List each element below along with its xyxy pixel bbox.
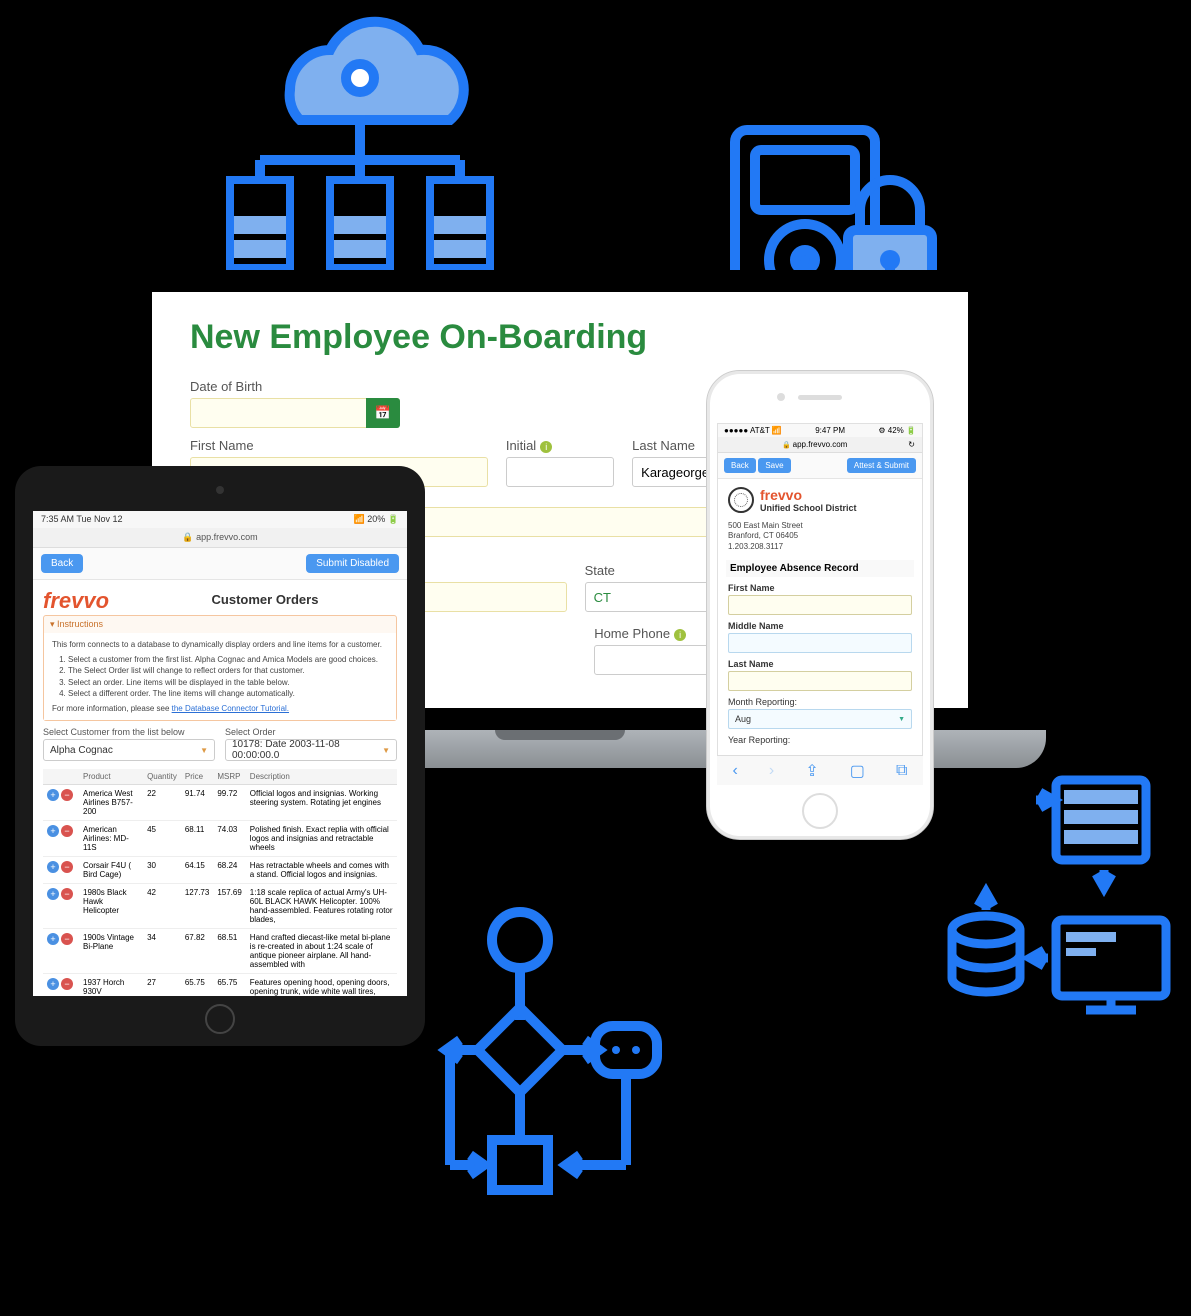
month-label: Month Reporting: — [728, 697, 912, 707]
phone-subtitle: Unified School District — [760, 503, 857, 513]
add-row-icon[interactable]: + — [47, 933, 59, 945]
share-icon[interactable]: ⇪ — [805, 761, 818, 781]
form-title: New Employee On-Boarding — [190, 318, 930, 357]
safari-toolbar: ‹ › ⇪ ▢ ⧉ — [717, 755, 923, 785]
initial-label: Initiali — [506, 438, 614, 453]
add-row-icon[interactable]: + — [47, 978, 59, 990]
tutorial-link[interactable]: the Database Connector Tutorial. — [172, 704, 289, 713]
customer-select[interactable]: Alpha Cognac▼ — [43, 739, 215, 761]
tablet-back-button[interactable]: Back — [41, 554, 83, 573]
p-first-name-label: First Name — [728, 583, 912, 593]
instructions-panel: ▾ Instructions This form connects to a d… — [43, 615, 397, 721]
tabs-icon[interactable]: ⧉ — [896, 762, 907, 780]
instruction-step: Select a customer from the first list. A… — [68, 654, 388, 665]
table-row: +− 1937 Horch 930V Limousine2765.7565.75… — [43, 974, 397, 996]
tablet-device: 7:35 AM Tue Nov 12 📶 20% 🔋 🔒 app.frevvo.… — [15, 466, 425, 1046]
tablet-status-bar: 7:35 AM Tue Nov 12 📶 20% 🔋 — [33, 511, 407, 528]
instructions-header[interactable]: ▾ Instructions — [44, 616, 396, 633]
table-row: +− Corsair F4U ( Bird Cage)3064.1568.24H… — [43, 857, 397, 884]
select-order-label: Select Order — [225, 727, 397, 737]
delete-row-icon[interactable]: − — [61, 933, 73, 945]
p-middle-name-label: Middle Name — [728, 621, 912, 631]
instructions-intro: This form connects to a database to dyna… — [52, 639, 388, 650]
nav-forward-icon[interactable]: › — [769, 762, 774, 780]
phone-brand: frevvo — [760, 487, 802, 503]
delete-row-icon[interactable]: − — [61, 861, 73, 873]
phone-back-button[interactable]: Back — [724, 458, 756, 473]
tablet-home-button[interactable] — [205, 1004, 235, 1034]
instruction-step: Select an order. Line items will be disp… — [68, 677, 388, 688]
first-name-label: First Name — [190, 438, 488, 453]
instruction-step: Select a different order. The line items… — [68, 688, 388, 699]
order-select[interactable]: 10178: Date 2003-11-08 00:00:00.0▼ — [225, 739, 397, 761]
calendar-icon[interactable]: 📅 — [366, 398, 400, 428]
tablet-submit-button[interactable]: Submit Disabled — [306, 554, 399, 573]
month-select[interactable]: Aug▼ — [728, 709, 912, 729]
p-first-name-input[interactable] — [728, 595, 912, 615]
table-row: +− American Airlines: MD-11S4568.1174.03… — [43, 821, 397, 857]
orders-table: Product Quantity Price MSRP Description … — [43, 769, 397, 996]
integration-icon — [936, 770, 1186, 1070]
p-middle-name-input[interactable] — [728, 633, 912, 653]
address-block: 500 East Main Street Branford, CT 06405 … — [728, 521, 912, 552]
p-last-name-label: Last Name — [728, 659, 912, 669]
add-row-icon[interactable]: + — [47, 888, 59, 900]
add-row-icon[interactable]: + — [47, 825, 59, 837]
initial-input[interactable] — [506, 457, 614, 487]
add-row-icon[interactable]: + — [47, 789, 59, 801]
flowchart-icon — [420, 900, 680, 1210]
frevvo-logo: frevvo — [43, 588, 109, 614]
seal-icon — [728, 487, 754, 513]
phone-url-bar[interactable]: 🔒app.frevvo.com↻ — [718, 437, 922, 453]
delete-row-icon[interactable]: − — [61, 789, 73, 801]
nav-back-icon[interactable]: ‹ — [733, 762, 738, 780]
phone-save-button[interactable]: Save — [758, 458, 790, 473]
bookmarks-icon[interactable]: ▢ — [850, 761, 865, 781]
phone-status-bar: ●●●●● AT&T 📶 9:47 PM ⚙ 42% 🔋 — [718, 424, 922, 437]
delete-row-icon[interactable]: − — [61, 825, 73, 837]
attest-submit-button[interactable]: Attest & Submit — [847, 458, 916, 473]
table-row: +− America West Airlines B757-2002291.74… — [43, 785, 397, 821]
table-row: +− 1980s Black Hawk Helicopter42127.7315… — [43, 884, 397, 929]
section-title: Employee Absence Record — [726, 560, 914, 577]
phone-device: ●●●●● AT&T 📶 9:47 PM ⚙ 42% 🔋 🔒app.frevvo… — [706, 370, 934, 840]
instruction-step: The Select Order list will change to ref… — [68, 665, 388, 676]
table-row: +− 1900s Vintage Bi-Plane3467.8268.51Han… — [43, 929, 397, 974]
tablet-url-bar[interactable]: 🔒 app.frevvo.com — [33, 528, 407, 548]
select-customer-label: Select Customer from the list below — [43, 727, 215, 737]
year-label: Year Reporting: — [728, 735, 912, 745]
p-last-name-input[interactable] — [728, 671, 912, 691]
phone-home-button[interactable] — [802, 793, 838, 829]
panel-title: Customer Orders — [133, 592, 397, 607]
cloud-servers-icon — [190, 10, 520, 290]
delete-row-icon[interactable]: − — [61, 978, 73, 990]
delete-row-icon[interactable]: − — [61, 888, 73, 900]
add-row-icon[interactable]: + — [47, 861, 59, 873]
